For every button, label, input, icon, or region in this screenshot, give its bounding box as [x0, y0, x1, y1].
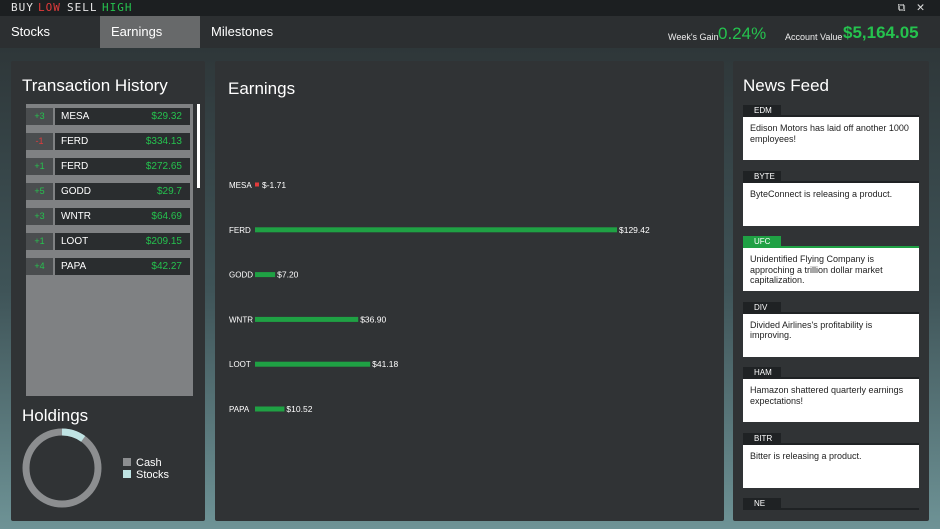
holdings-title: Holdings — [22, 406, 89, 425]
transaction-price: $209.15 — [145, 236, 182, 247]
news-headline: Bitter is releasing a product. — [743, 444, 919, 488]
transaction-price: $272.65 — [145, 161, 182, 172]
transaction-history-title: Transaction History — [22, 76, 168, 95]
left-panel: Transaction History +3 MESA $29.32 -1 FERD $3… — [11, 61, 205, 521]
transaction-qty: +1 — [26, 158, 53, 175]
bar-value-label: $-1.71 — [262, 180, 286, 190]
transaction-detail: PAPA $42.27 — [55, 258, 190, 275]
transaction-detail: LOOT $209.15 — [55, 233, 190, 250]
transaction-qty: -1 — [26, 133, 53, 150]
news-item[interactable]: BYTE ByteConnect is releasing a product. — [743, 170, 919, 227]
transaction-price: $64.69 — [151, 211, 182, 222]
title-bar: BUY LOW SELL HIGH ⧉ ✕ — [0, 0, 940, 16]
transaction-price: $29.32 — [151, 111, 182, 122]
transaction-row[interactable]: +3 MESA $29.32 — [26, 108, 190, 125]
donut-cash-ring — [22, 428, 102, 508]
legend-stocks: Stocks — [123, 469, 169, 481]
legend-stocks-swatch — [123, 470, 131, 478]
transaction-symbol: LOOT — [61, 236, 89, 247]
legend-cash-swatch — [123, 458, 131, 466]
news-headline: ByteConnect is releasing a product. — [743, 182, 919, 226]
news-headline: Hamazon shattered quarterly earnings exp… — [743, 379, 919, 422]
earnings-bar — [255, 361, 371, 367]
legend-cash: Cash — [123, 457, 162, 469]
restore-window-icon[interactable]: ⧉ — [895, 0, 909, 16]
earnings-bar — [255, 316, 359, 322]
transaction-symbol: FERD — [61, 161, 89, 172]
account-value-label: Account Value — [785, 32, 843, 42]
transaction-scrollbar[interactable] — [197, 104, 200, 188]
transaction-symbol: FERD — [61, 136, 89, 147]
close-window-icon[interactable]: ✕ — [914, 0, 928, 16]
transaction-row[interactable]: +4 PAPA $42.27 — [26, 258, 190, 275]
news-headline: Divided Airlines's profitability is impr… — [743, 313, 919, 357]
transaction-detail: FERD $334.13 — [55, 133, 190, 150]
transaction-row[interactable]: +5 GODD $29.7 — [26, 183, 190, 200]
nav-bar: Stocks Earnings Milestones Week's Gain 0… — [0, 16, 940, 48]
transaction-symbol: WNTR — [61, 211, 91, 222]
bar-category-label: FERD — [229, 226, 251, 235]
earnings-bar — [255, 227, 617, 233]
transaction-row[interactable]: +1 LOOT $209.15 — [26, 233, 190, 250]
donut-stocks-arc — [61, 428, 86, 442]
news-feed-title: News Feed — [743, 76, 829, 95]
account-value: $5,164.05 — [843, 23, 919, 42]
transaction-qty: +3 — [26, 208, 53, 225]
earnings-bar — [255, 272, 276, 278]
news-headline: Unidentified Flying Company is approchin… — [743, 248, 919, 291]
news-item[interactable]: DIV Divided Airlines's profitability is i… — [743, 301, 919, 358]
logo-word-sell: SELL — [67, 1, 98, 14]
news-item[interactable]: UFC Unidentified Flying Company is approc… — [743, 236, 919, 292]
transaction-qty: +5 — [26, 183, 53, 200]
logo-word-low: LOW — [38, 1, 61, 14]
transaction-row[interactable]: +1 FERD $272.65 — [26, 158, 190, 175]
earnings-bar-chart: MESA $-1.71 FERD $129.42 GODD $7.20 WNTR $36.90… — [229, 180, 650, 414]
bar-category-label: MESA — [229, 181, 252, 190]
tab-earnings[interactable]: Earnings — [100, 16, 200, 48]
transaction-price: $42.27 — [151, 261, 182, 272]
news-divider — [743, 508, 919, 510]
transaction-symbol: MESA — [61, 111, 90, 122]
logo-word-high: HIGH — [102, 1, 133, 14]
legend-stocks-label: Stocks — [136, 469, 170, 481]
tab-milestones[interactable]: Milestones — [200, 16, 300, 48]
legend-cash-label: Cash — [136, 457, 162, 469]
news-panel: News Feed EDM Edison Motors has laid off … — [733, 61, 929, 521]
tab-stocks[interactable]: Stocks — [0, 16, 100, 48]
news-item[interactable]: EDM Edison Motors has laid off another 10… — [743, 105, 919, 161]
bar-value-label: $10.52 — [286, 404, 312, 414]
transaction-detail: GODD $29.7 — [55, 183, 190, 200]
news-headline: Edison Motors has laid off another 1000 … — [743, 117, 919, 160]
transaction-detail: WNTR $64.69 — [55, 208, 190, 225]
news-item[interactable]: NE — [743, 498, 919, 521]
bar-value-label: $41.18 — [372, 359, 398, 369]
weeks-gain-value: 0.24% — [718, 24, 767, 43]
transaction-price: $334.13 — [145, 136, 182, 147]
bar-value-label: $129.42 — [619, 225, 650, 235]
transaction-qty: +1 — [26, 233, 53, 250]
holdings-donut-chart — [22, 428, 102, 508]
news-item[interactable]: HAM Hamazon shattered quarterly earnings … — [743, 367, 919, 423]
transaction-price: $29.7 — [156, 186, 182, 197]
earnings-panel: Earnings MESA $-1.71 FERD $129.42 GODD $7.20 W… — [215, 61, 724, 521]
bar-value-label: $36.90 — [360, 314, 386, 324]
transaction-row[interactable]: +3 WNTR $64.69 — [26, 208, 190, 225]
logo-word-buy: BUY — [11, 1, 34, 14]
bar-category-label: LOOT — [229, 360, 251, 369]
earnings-bar — [255, 182, 259, 187]
transaction-qty: +4 — [26, 258, 53, 275]
transaction-symbol: PAPA — [61, 261, 87, 272]
bar-value-label: $7.20 — [277, 270, 299, 280]
transaction-symbol: GODD — [61, 186, 91, 197]
news-item[interactable]: BITR Bitter is releasing a product. — [743, 432, 919, 489]
bar-category-label: WNTR — [229, 315, 253, 324]
transaction-detail: MESA $29.32 — [55, 108, 190, 125]
transaction-qty: +3 — [26, 108, 53, 125]
transaction-detail: FERD $272.65 — [55, 158, 190, 175]
earnings-bar — [255, 406, 285, 412]
bar-category-label: PAPA — [229, 405, 250, 414]
weeks-gain-label: Week's Gain — [668, 32, 719, 42]
transaction-row[interactable]: -1 FERD $334.13 — [26, 133, 190, 150]
bar-category-label: GODD — [229, 271, 253, 280]
